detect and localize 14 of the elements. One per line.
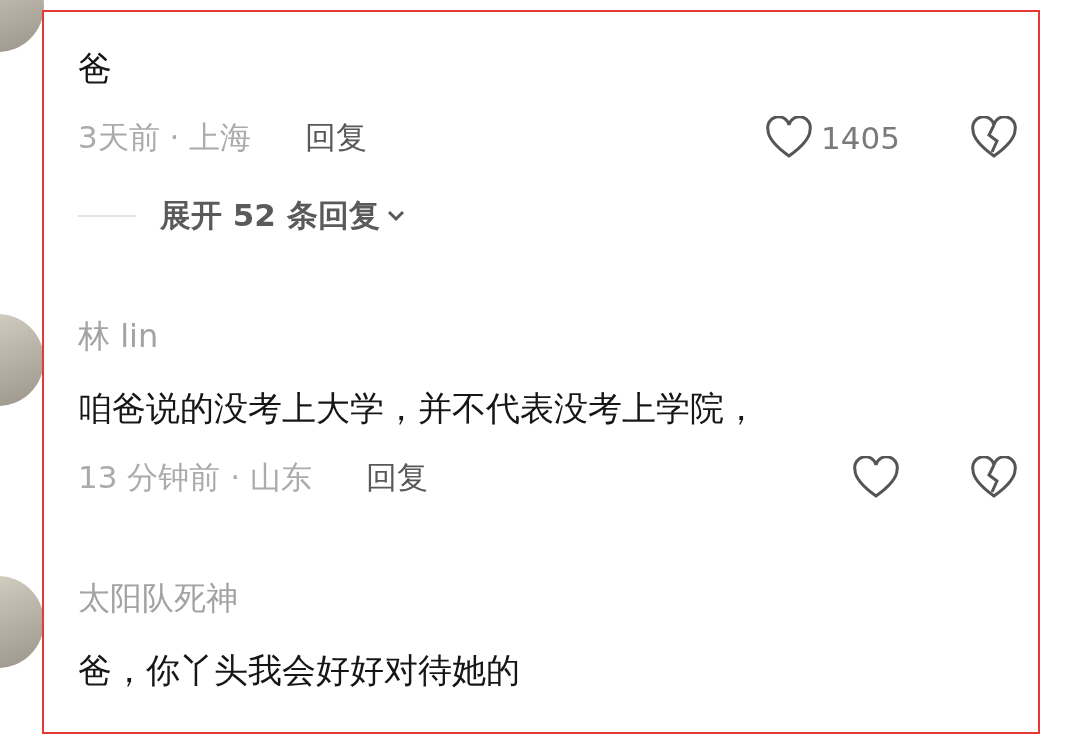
broken-heart-icon[interactable] — [970, 456, 1018, 500]
expand-replies-button[interactable]: 展开 52 条回复 — [160, 195, 406, 237]
comment-text: 咱爸说的没考上大学，并不代表没考上学院， — [78, 387, 758, 430]
heart-icon[interactable] — [852, 456, 900, 500]
comment-text: 爸 — [78, 47, 112, 90]
reply-link[interactable]: 回复 — [305, 117, 368, 159]
chevron-down-icon — [385, 209, 406, 223]
broken-heart-icon[interactable] — [970, 116, 1018, 160]
comment-text: 爸，你丫头我会好好对待她的 — [78, 649, 520, 692]
comment-time-location: 13 分钟前 · 山东 — [78, 458, 312, 497]
heart-icon[interactable] — [765, 116, 814, 160]
reply-link[interactable]: 回复 — [365, 457, 428, 499]
comment-time-location: 3天前 · 上海 — [78, 118, 252, 157]
like-count: 1405 — [821, 120, 900, 156]
